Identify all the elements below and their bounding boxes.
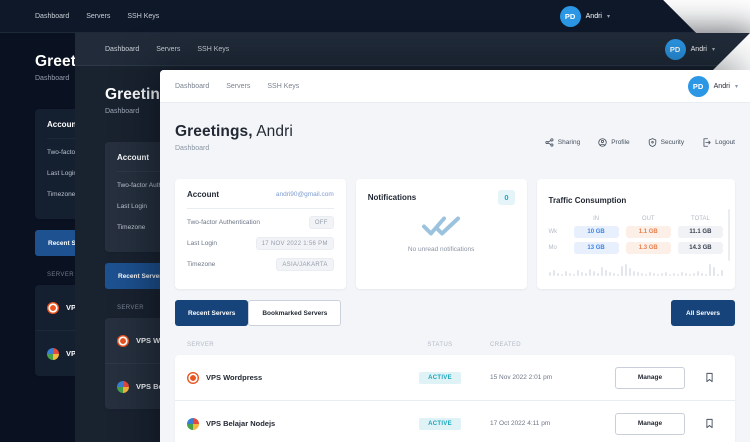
nav-link-dashboard[interactable]: Dashboard [35, 13, 69, 20]
traffic-month-out: 1.3 GB [626, 242, 671, 254]
security-icon [648, 138, 657, 147]
dashboard: Dashboard Servers SSH Keys PD Andri ▾ Gr… [160, 70, 750, 442]
server-name: VPS Wordpress [187, 372, 390, 384]
user-menu[interactable]: PD Andri ▾ [688, 76, 738, 97]
server-name: VPS Belajar Nodejs [187, 418, 390, 430]
traffic-sparkline [549, 262, 724, 276]
foreground-dashboard: Dashboard Servers SSH Keys PD Andri ▾ Gr… [160, 70, 750, 442]
nav-links: Dashboard Servers SSH Keys [175, 83, 299, 90]
avatar: PD [688, 76, 709, 97]
user-name: Andri [691, 46, 707, 53]
notifications-card: Notifications 0 No unread notifications [356, 179, 527, 289]
tab-recent-servers[interactable]: Recent Servers [175, 300, 248, 326]
greeting-block: Greetings, Andri Dashboard [175, 123, 293, 152]
traffic-table: IN OUT TOTAL Wk 10 GB 1.1 GB 11.1 GB Mo … [549, 216, 724, 254]
account-email-link[interactable]: andri90@gmail.com [276, 191, 334, 198]
scrollbar[interactable] [728, 209, 730, 261]
sharing-button[interactable]: Sharing [545, 138, 580, 147]
traffic-week-out: 1.1 GB [626, 226, 671, 238]
top-navbar: Dashboard Servers SSH Keys PD Andri ▾ [75, 33, 750, 66]
status-badge: ACTIVE [419, 418, 461, 430]
notifications-empty-text: No unread notifications [408, 246, 475, 253]
timezone-badge: ASIA/JAKARTA [276, 258, 333, 271]
server-tabs: Recent Servers Bookmarked Servers [175, 300, 341, 326]
manage-button[interactable]: Manage [615, 367, 685, 389]
traffic-card-title: Traffic Consumption [549, 196, 627, 205]
account-card-title: Account [47, 120, 79, 129]
nav-links: Dashboard Servers SSH Keys [105, 46, 229, 53]
chevron-down-icon: ▾ [735, 83, 738, 90]
profile-button[interactable]: Profile [598, 138, 629, 147]
double-check-icon [421, 215, 461, 238]
nodejs-icon [117, 381, 129, 393]
table-header: SERVER STATUS CREATED [175, 342, 735, 348]
nav-link-servers[interactable]: Servers [226, 83, 250, 90]
servers-table: VPS Wordpress ACTIVE 15 Nov 2022 2:01 pm… [175, 355, 735, 442]
tab-bookmarked-servers[interactable]: Bookmarked Servers [248, 300, 341, 326]
created-date: 17 Oct 2022 4:11 pm [490, 420, 605, 427]
account-card-title: Account [187, 190, 219, 199]
status-badge: ACTIVE [419, 372, 461, 384]
chevron-down-icon: ▾ [712, 46, 715, 53]
summary-cards: Account andri90@gmail.com Two-factor Aut… [175, 179, 735, 289]
account-card-title: Account [117, 153, 149, 162]
account-row-last-login: Last Login 17 NOV 2022 1:56 PM [187, 233, 334, 254]
logout-button[interactable]: Logout [702, 138, 735, 147]
user-name: Andri [586, 13, 602, 20]
bookmark-icon[interactable] [695, 418, 723, 429]
mockup-stage: Dashboard Servers SSH Keys PD Andri ▾ Gr… [0, 0, 750, 442]
ubuntu-icon [47, 302, 59, 314]
table-row: VPS Wordpress ACTIVE 15 Nov 2022 2:01 pm… [175, 355, 735, 401]
nav-link-dashboard[interactable]: Dashboard [105, 46, 139, 53]
chevron-down-icon: ▾ [607, 13, 610, 20]
created-date: 15 Nov 2022 2:01 pm [490, 374, 605, 381]
nav-link-servers[interactable]: Servers [156, 46, 180, 53]
user-menu[interactable]: PD Andri ▾ [665, 39, 715, 60]
nav-link-ssh-keys[interactable]: SSH Keys [127, 13, 159, 20]
traffic-week-in: 10 GB [574, 226, 619, 238]
2fa-status-badge: OFF [309, 216, 334, 229]
page-title: Greetings, Andri [175, 123, 293, 141]
account-row-2fa: Two-factor Authentication OFF [187, 212, 334, 233]
top-navbar: Dashboard Servers SSH Keys PD Andri ▾ [160, 70, 750, 103]
user-menu[interactable]: PD Andri ▾ [560, 6, 610, 27]
quick-actions: Sharing Profile Security Logout [545, 138, 735, 152]
nav-link-ssh-keys[interactable]: SSH Keys [197, 46, 229, 53]
nav-links: Dashboard Servers SSH Keys [35, 13, 159, 20]
nodejs-icon [47, 348, 59, 360]
nav-link-dashboard[interactable]: Dashboard [175, 83, 209, 90]
bookmark-icon[interactable] [695, 372, 723, 383]
traffic-week-total: 11.1 GB [678, 226, 723, 238]
last-login-badge: 17 NOV 2022 1:56 PM [256, 237, 334, 250]
top-navbar: Dashboard Servers SSH Keys PD Andri ▾ [0, 0, 700, 33]
page-body: Greetings, Andri Dashboard Sharing Profi… [160, 123, 750, 442]
ubuntu-icon [187, 372, 199, 384]
table-row: VPS Belajar Nodejs ACTIVE 17 Oct 2022 4:… [175, 401, 735, 442]
profile-icon [598, 138, 607, 147]
logout-icon [702, 138, 711, 147]
avatar: PD [560, 6, 581, 27]
hero-section: Greetings, Andri Dashboard Sharing Profi… [175, 123, 735, 152]
security-button[interactable]: Security [648, 138, 684, 147]
notifications-count-badge: 0 [498, 190, 514, 205]
nav-link-ssh-keys[interactable]: SSH Keys [267, 83, 299, 90]
share-icon [545, 138, 554, 147]
servers-toolbar: Recent Servers Bookmarked Servers All Se… [175, 300, 735, 326]
user-name: Andri [714, 83, 730, 90]
nodejs-icon [187, 418, 199, 430]
account-row-timezone: Timezone ASIA/JAKARTA [187, 254, 334, 275]
account-card: Account andri90@gmail.com Two-factor Aut… [175, 179, 346, 289]
all-servers-button[interactable]: All Servers [671, 300, 735, 326]
notifications-card-title: Notifications [368, 193, 416, 202]
avatar: PD [665, 39, 686, 60]
traffic-card: Traffic Consumption IN OUT TOTAL Wk 10 G… [537, 179, 736, 289]
traffic-month-in: 13 GB [574, 242, 619, 254]
traffic-month-total: 14.3 GB [678, 242, 723, 254]
nav-link-servers[interactable]: Servers [86, 13, 110, 20]
page-subtitle: Dashboard [175, 145, 293, 152]
manage-button[interactable]: Manage [615, 413, 685, 435]
ubuntu-icon [117, 335, 129, 347]
